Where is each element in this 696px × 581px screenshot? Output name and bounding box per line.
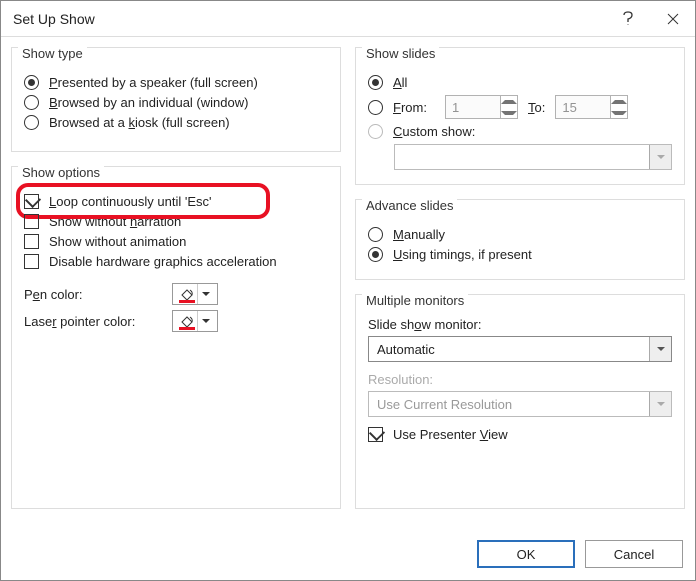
dialog-footer: OK Cancel	[465, 528, 695, 580]
radio-manually[interactable]: Manually	[368, 227, 672, 242]
close-button[interactable]	[650, 1, 695, 37]
checkbox-icon	[24, 194, 39, 209]
radio-icon	[368, 100, 383, 115]
multiple-monitors-label: Multiple monitors	[362, 293, 468, 308]
slide-show-monitor-label: Slide show monitor:	[368, 317, 672, 332]
pen-color-label: Pen color:	[24, 287, 162, 302]
cancel-button[interactable]: Cancel	[585, 540, 683, 568]
radio-icon	[24, 115, 39, 130]
chk-presenter-view[interactable]: Use Presenter View	[368, 427, 672, 442]
advance-slides-label: Advance slides	[362, 198, 457, 213]
laser-color-label: Laser pointer color:	[24, 314, 162, 329]
pen-color-picker[interactable]	[172, 283, 218, 305]
radio-icon	[368, 75, 383, 90]
chevron-down-icon	[649, 392, 671, 416]
radio-browsed-kiosk[interactable]: Browsed at a kiosk (full screen)	[24, 115, 328, 130]
titlebar: Set Up Show	[1, 1, 695, 37]
resolution-dropdown: Use Current Resolution	[368, 391, 672, 417]
laser-color-picker[interactable]	[172, 310, 218, 332]
to-spinner[interactable]	[555, 95, 628, 119]
radio-browsed-individual[interactable]: Browsed by an individual (window)	[24, 95, 328, 110]
radio-presented-speaker[interactable]: Presented by a speaker (full screen)	[24, 75, 328, 90]
checkbox-icon	[368, 427, 383, 442]
chevron-down-icon	[649, 337, 671, 361]
spin-up[interactable]	[501, 96, 517, 107]
checkbox-icon	[24, 234, 39, 249]
bucket-icon	[177, 285, 197, 303]
show-type-group: Show type Presented by a speaker (full s…	[11, 47, 341, 152]
chk-loop-continuously[interactable]: Loop continuously until 'Esc'	[24, 194, 328, 209]
radio-icon	[368, 247, 383, 262]
radio-using-timings[interactable]: Using timings, if present	[368, 247, 672, 262]
resolution-label: Resolution:	[368, 372, 672, 387]
to-input[interactable]	[556, 96, 610, 118]
radio-icon	[24, 95, 39, 110]
radio-icon	[368, 227, 383, 242]
bucket-icon	[177, 312, 197, 330]
radio-all-slides[interactable]: All	[368, 75, 672, 90]
chevron-down-icon	[197, 284, 213, 304]
multiple-monitors-group: Multiple monitors Slide show monitor: Au…	[355, 294, 685, 509]
chevron-down-icon	[197, 311, 213, 331]
chk-without-narration[interactable]: Show without narration	[24, 214, 328, 229]
ok-button[interactable]: OK	[477, 540, 575, 568]
show-slides-label: Show slides	[362, 46, 439, 61]
show-options-label: Show options	[18, 165, 104, 180]
radio-icon	[24, 75, 39, 90]
advance-slides-group: Advance slides Manually Using timings, i…	[355, 199, 685, 280]
dialog-title: Set Up Show	[13, 11, 605, 27]
checkbox-icon	[24, 254, 39, 269]
chevron-down-icon	[649, 145, 671, 169]
radio-icon	[368, 124, 383, 139]
setup-show-dialog: Set Up Show Show type Presented by a spe…	[0, 0, 696, 581]
show-options-group: Show options Loop continuously until 'Es…	[11, 166, 341, 509]
radio-custom-show: Custom show:	[368, 124, 672, 139]
chk-without-animation[interactable]: Show without animation	[24, 234, 328, 249]
help-button[interactable]	[605, 1, 650, 37]
custom-show-dropdown	[394, 144, 672, 170]
show-type-label: Show type	[18, 46, 87, 61]
checkbox-icon	[24, 214, 39, 229]
from-input[interactable]	[446, 96, 500, 118]
from-spinner[interactable]	[445, 95, 518, 119]
spin-down[interactable]	[611, 107, 627, 118]
chk-disable-hw-accel[interactable]: Disable hardware graphics acceleration	[24, 254, 328, 269]
spin-up[interactable]	[611, 96, 627, 107]
monitor-dropdown[interactable]: Automatic	[368, 336, 672, 362]
show-slides-group: Show slides All From: To:	[355, 47, 685, 185]
radio-from-to[interactable]: From: To:	[368, 95, 672, 119]
spin-down[interactable]	[501, 107, 517, 118]
